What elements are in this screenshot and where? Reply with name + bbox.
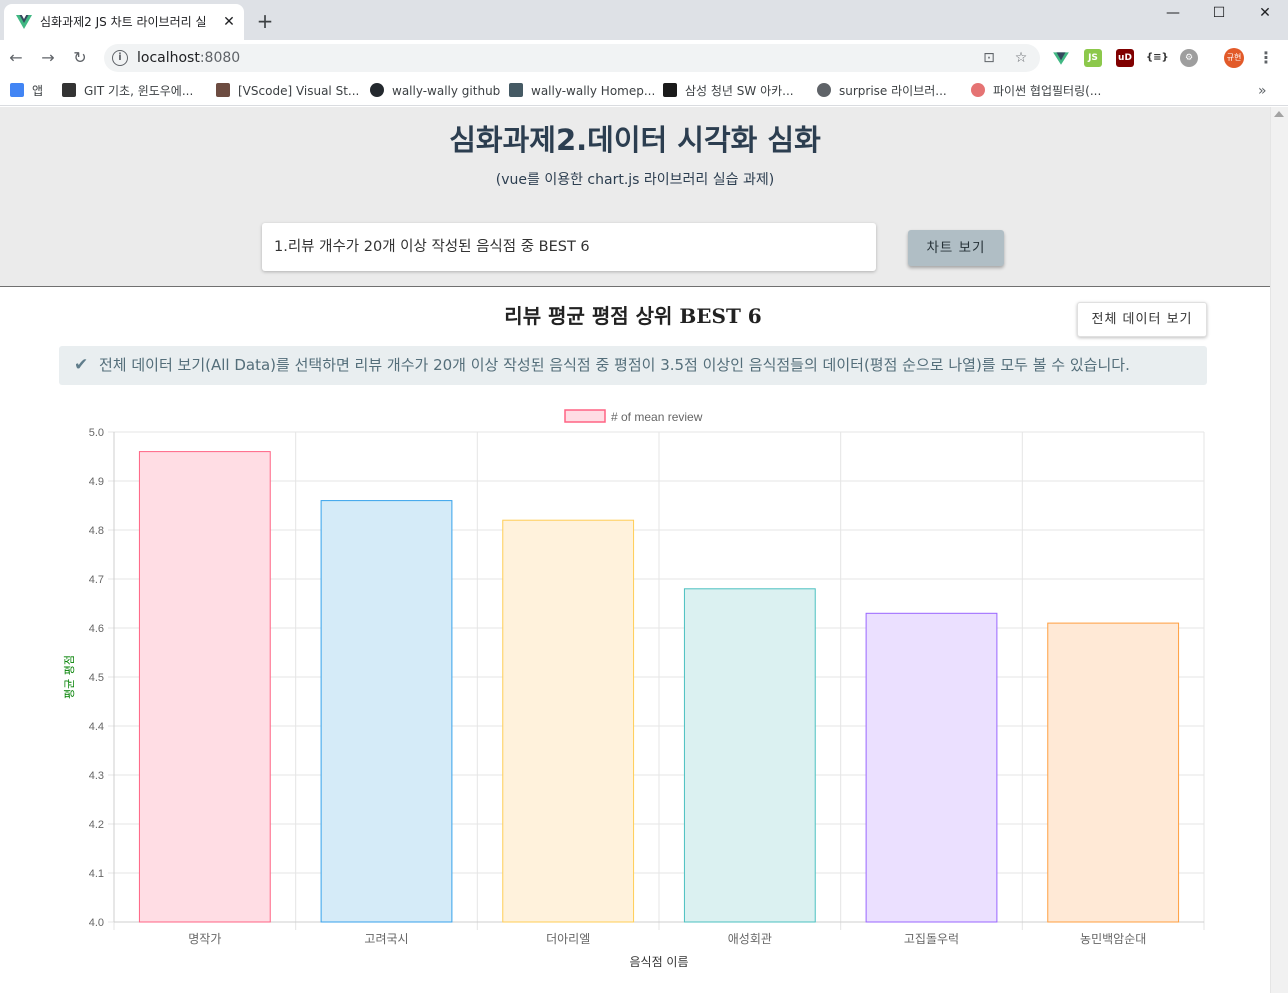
x-tick-label: 더아리엘 xyxy=(546,932,590,946)
bookmark-homepage[interactable]: wally-wally Homep... xyxy=(509,81,655,101)
reload-icon[interactable]: ↻ xyxy=(68,46,92,70)
nodejs-extension-icon[interactable]: JS xyxy=(1084,49,1102,67)
y-tick-label: 4.2 xyxy=(89,819,104,831)
checkmark-icon: ✔ xyxy=(74,355,89,375)
browser-toolbar: ← → ↻ i localhost:8080 ⊡ ☆ JS uD {≡} ⚙ 규… xyxy=(0,40,1288,76)
y-tick-label: 5.0 xyxy=(89,427,104,439)
github-icon xyxy=(370,83,384,97)
bear-icon xyxy=(216,83,230,97)
address-bar[interactable]: i localhost:8080 ⊡ ☆ xyxy=(104,44,1040,72)
vue-devtools-logo xyxy=(1053,52,1069,65)
bookmark-ssafy[interactable]: 삼성 청년 SW 아카... xyxy=(663,81,794,101)
bookmark-label: surprise 라이브러... xyxy=(839,84,947,98)
tab-title: 심화과제2 JS 차트 라이브러리 실 xyxy=(40,15,207,29)
notice-text: 전체 데이터 보기(All Data)를 선택하면 리뷰 개수가 20개 이상 … xyxy=(99,356,1130,374)
forward-arrow-icon[interactable]: → xyxy=(36,46,60,70)
new-tab-icon[interactable]: + xyxy=(254,10,276,32)
apps-grid-icon xyxy=(10,83,24,97)
back-arrow-icon[interactable]: ← xyxy=(4,46,28,70)
legend-swatch xyxy=(564,409,606,423)
x-tick-label: 농민백암순대 xyxy=(1080,932,1146,946)
y-tick-label: 4.8 xyxy=(89,525,104,537)
y-tick-label: 4.7 xyxy=(89,574,104,586)
y-tick-label: 4.4 xyxy=(89,721,104,733)
globe-icon xyxy=(817,83,831,97)
bar-chart-container: 5.0 4.9 4.8 4.7 4.6 4.5 4.4 4.3 4.2 4.1 4.0 명작가 고려국시… xyxy=(0,397,1270,993)
y-tick-label: 4.0 xyxy=(89,917,104,929)
bar-4 xyxy=(683,588,816,923)
bar-3 xyxy=(502,519,635,923)
bookmark-label: 삼성 청년 SW 아카... xyxy=(685,84,794,98)
selected-option: 1.리뷰 개수가 20개 이상 작성된 음식점 중 BEST 6 xyxy=(274,239,590,255)
view-chart-button[interactable]: 차트 보기 xyxy=(908,230,1004,266)
all-data-button[interactable]: 전체 데이터 보기 xyxy=(1077,302,1207,337)
url-host: localhost xyxy=(137,50,200,66)
bookmark-github[interactable]: wally-wally github xyxy=(370,81,500,101)
bar-5 xyxy=(865,612,998,923)
site-info-icon[interactable]: i xyxy=(112,50,128,66)
bar-1 xyxy=(138,451,271,923)
settings-extension-icon[interactable]: ⚙ xyxy=(1180,49,1198,67)
legend-label: # of mean review xyxy=(611,410,703,424)
bookmark-label: 앱 xyxy=(32,84,44,98)
translate-icon[interactable]: ⊡ xyxy=(980,49,998,67)
bookmark-label: wally-wally Homep... xyxy=(531,84,656,98)
address-url[interactable]: localhost:8080 xyxy=(137,50,240,66)
vue-devtools-icon[interactable] xyxy=(1052,49,1070,67)
bookmark-python[interactable]: 파이썬 협업필터링(... xyxy=(971,81,1101,101)
info-notice: ✔ 전체 데이터 보기(All Data)를 선택하면 리뷰 개수가 20개 이… xyxy=(59,346,1207,385)
bookmark-label: wally-wally github xyxy=(392,84,501,98)
y-tick-label: 4.5 xyxy=(89,672,104,684)
x-tick-label: 애성회관 xyxy=(728,932,772,946)
bookmark-label: GIT 기초, 윈도우에... xyxy=(84,84,194,98)
page-header: 심화과제2.데이터 시각화 심화 (vue를 이용한 chart.js 라이브러… xyxy=(0,107,1270,287)
window-close-icon[interactable]: ✕ xyxy=(1242,2,1288,24)
ssafy-icon xyxy=(663,83,677,97)
json-viewer-icon[interactable]: {≡} xyxy=(1146,49,1169,67)
vue-logo-icon xyxy=(16,15,32,29)
browser-menu-icon[interactable]: ⋮ xyxy=(1258,48,1274,68)
page-scrollbar[interactable] xyxy=(1270,107,1288,993)
x-axis-title: 음식점 이름 xyxy=(629,955,688,969)
bar-6 xyxy=(1047,622,1180,923)
page-viewport: 심화과제2.데이터 시각화 심화 (vue를 이용한 chart.js 라이브러… xyxy=(0,107,1288,993)
scroll-up-arrow-icon[interactable] xyxy=(1274,111,1284,117)
profile-avatar[interactable]: 규현 xyxy=(1224,48,1244,68)
browser-tabstrip: 심화과제2 JS 차트 라이브러리 실 ✕ + — ☐ ✕ xyxy=(0,0,1288,40)
bookmark-apps[interactable]: 앱 xyxy=(10,81,43,101)
ublock-icon[interactable]: uD xyxy=(1116,49,1134,67)
bookmark-git[interactable]: GIT 기초, 윈도우에... xyxy=(62,81,193,101)
bookmark-surprise[interactable]: surprise 라이브러... xyxy=(817,81,947,101)
bookmark-vscode[interactable]: [VScode] Visual St... xyxy=(216,81,359,101)
y-tick-label: 4.6 xyxy=(89,623,104,635)
bookmarks-overflow-icon[interactable]: » xyxy=(1258,81,1267,101)
y-tick-label: 4.3 xyxy=(89,770,104,782)
bar-chart: 5.0 4.9 4.8 4.7 4.6 4.5 4.4 4.3 4.2 4.1 4.0 명작가 고려국시… xyxy=(63,409,1205,969)
bookmark-star-icon[interactable]: ☆ xyxy=(1012,49,1030,67)
monitor-icon xyxy=(509,83,523,97)
git-icon xyxy=(62,83,76,97)
bookmark-label: 파이썬 협업필터링(... xyxy=(993,84,1102,98)
bookmark-label: [VScode] Visual St... xyxy=(238,84,360,98)
window-minimize-icon[interactable]: — xyxy=(1150,2,1196,24)
window-maximize-icon[interactable]: ☐ xyxy=(1196,2,1242,24)
x-tick-label: 명작가 xyxy=(188,932,221,946)
chart-select-dropdown[interactable]: 1.리뷰 개수가 20개 이상 작성된 음식점 중 BEST 6 xyxy=(262,223,876,271)
y-axis-title: 평균 평점 xyxy=(63,655,76,699)
tab-close-icon[interactable]: ✕ xyxy=(220,13,238,31)
url-port: :8080 xyxy=(199,50,241,66)
x-tick-label: 고집돌우럭 xyxy=(904,932,959,946)
avatar-icon xyxy=(971,83,985,97)
y-tick-label: 4.1 xyxy=(89,868,104,880)
page-subtitle: (vue를 이용한 chart.js 라이브러리 실습 과제) xyxy=(495,172,775,188)
bar-2 xyxy=(320,500,453,923)
bookmarks-bar: 앱 GIT 기초, 윈도우에... [VScode] Visual St... … xyxy=(0,76,1288,106)
x-tick-label: 고려국시 xyxy=(364,932,408,946)
y-tick-label: 4.9 xyxy=(89,476,104,488)
browser-tab-active[interactable]: 심화과제2 JS 차트 라이브러리 실 ✕ xyxy=(4,4,244,40)
page-title: 심화과제2.데이터 시각화 심화 xyxy=(449,123,821,157)
